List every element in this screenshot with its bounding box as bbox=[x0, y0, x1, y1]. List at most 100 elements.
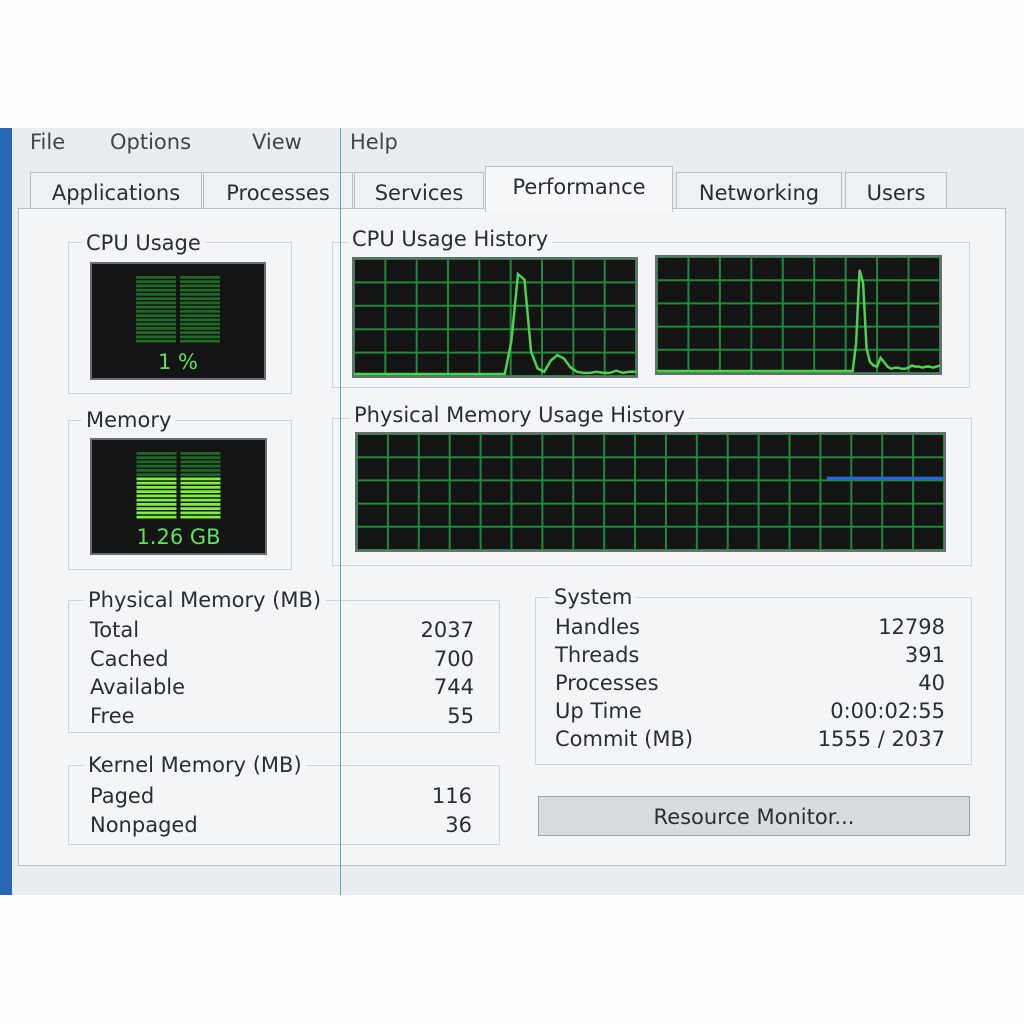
cpu-meter-segment bbox=[136, 318, 176, 322]
memory-meter-segment bbox=[136, 503, 177, 506]
cpu-usage-meter: 1 % bbox=[90, 262, 266, 380]
cpu-meter-segment bbox=[180, 288, 220, 292]
cpu-history-graph-core-2 bbox=[655, 255, 942, 375]
screen-artifact-line bbox=[340, 128, 341, 895]
memory-history-graph bbox=[355, 432, 946, 552]
cpu-meter-segment bbox=[136, 293, 176, 296]
system-value: 1555 / 2037 bbox=[817, 727, 945, 751]
memory-meter-segment bbox=[180, 481, 221, 485]
system-value: 40 bbox=[918, 671, 945, 695]
cpu-meter-segment bbox=[136, 310, 176, 313]
memory-meter-segment bbox=[180, 477, 221, 481]
system-value: 12798 bbox=[878, 615, 945, 639]
cpu-meter-segment bbox=[180, 314, 220, 317]
memory-meter-segment bbox=[180, 490, 221, 493]
memory-meter-segment bbox=[136, 515, 177, 519]
memory-meter-segment bbox=[136, 456, 177, 459]
physical_memory-value: 55 bbox=[447, 703, 474, 728]
cpu-meter-segment bbox=[136, 335, 176, 339]
memory-meter-segment bbox=[180, 473, 221, 476]
cpu-meter-segment bbox=[136, 339, 176, 343]
physical_memory-label: Cached bbox=[90, 646, 169, 671]
cpu-meter-segment bbox=[136, 327, 176, 330]
cpu-meter-segment bbox=[180, 301, 220, 305]
physical-memory-title: Physical Memory (MB) bbox=[84, 588, 326, 612]
cpu-meter-segment bbox=[180, 305, 220, 309]
cpu-meter-segment bbox=[180, 327, 220, 330]
physical_memory-label: Free bbox=[90, 703, 135, 728]
menu-options[interactable]: Options bbox=[110, 130, 191, 154]
cpu-meter-segment bbox=[180, 318, 220, 322]
tab-users[interactable]: Users bbox=[845, 172, 947, 210]
tab-networking[interactable]: Networking bbox=[676, 172, 842, 210]
physical_memory-value: 700 bbox=[433, 646, 474, 671]
cpu-history-title: CPU Usage History bbox=[348, 227, 553, 251]
memory-meter-segment bbox=[136, 460, 177, 464]
menu-help[interactable]: Help bbox=[350, 130, 398, 154]
system-label: Processes bbox=[555, 671, 659, 695]
physical_memory-value: 744 bbox=[433, 675, 474, 699]
physical_memory-label: Total bbox=[90, 618, 140, 642]
cpu-meter-segment bbox=[180, 280, 220, 283]
cpu-meter-segment bbox=[136, 280, 176, 283]
memory-meter-segment bbox=[180, 469, 221, 472]
tab-applications[interactable]: Applications bbox=[30, 172, 202, 210]
cpu-meter-segment bbox=[136, 297, 176, 300]
memory-history-chart bbox=[357, 434, 944, 550]
memory-meter: 1.26 GB bbox=[90, 438, 267, 555]
cpu-meter-segment bbox=[180, 331, 220, 334]
physical_memory-label: Available bbox=[90, 675, 186, 699]
cpu-meter-segment bbox=[180, 339, 220, 343]
memory-history-title: Physical Memory Usage History bbox=[350, 403, 689, 427]
system-title: System bbox=[550, 585, 637, 609]
cpu-meter-segment bbox=[180, 276, 220, 279]
cpu-meter-segment bbox=[136, 301, 176, 305]
cpu-core-1-line bbox=[354, 271, 636, 376]
system-label: Up Time bbox=[555, 699, 642, 723]
memory-title: Memory bbox=[82, 408, 176, 432]
memory-meter-segment bbox=[136, 481, 177, 485]
cpu-history-graph-core-1 bbox=[352, 257, 638, 378]
cpu-meter-segment bbox=[136, 284, 176, 288]
memory-meter-segment bbox=[180, 456, 221, 459]
resource-monitor-button[interactable]: Resource Monitor... bbox=[538, 796, 970, 836]
cpu-meter-segment bbox=[136, 305, 176, 309]
tab-processes[interactable]: Processes bbox=[203, 172, 353, 210]
memory-meter-segment bbox=[136, 469, 177, 472]
system-value: 0:00:02:55 bbox=[830, 699, 945, 723]
kernel_memory-label: Nonpaged bbox=[90, 813, 198, 837]
system-label: Threads bbox=[555, 643, 640, 667]
cpu-meter-segment bbox=[180, 284, 220, 288]
cpu-meter-segment bbox=[180, 310, 220, 313]
cpu-usage-value: 1 % bbox=[158, 350, 198, 374]
memory-meter-segment bbox=[180, 515, 221, 519]
kernel_memory-value: 116 bbox=[431, 784, 472, 808]
cpu-core-1-chart bbox=[354, 259, 636, 376]
memory-meter-segment bbox=[180, 498, 221, 502]
memory-meter-segment bbox=[136, 498, 177, 502]
memory-meter-segment bbox=[180, 460, 221, 464]
cpu-meter-segment bbox=[180, 297, 220, 300]
menu-file[interactable]: File bbox=[30, 130, 65, 154]
memory-meter-segment bbox=[180, 503, 221, 506]
system-label: Commit (MB) bbox=[555, 727, 694, 751]
memory-meter-segment bbox=[136, 494, 177, 498]
memory-meter-segment bbox=[136, 464, 177, 468]
system-value: 391 bbox=[904, 643, 945, 667]
cpu-meter-segment bbox=[180, 293, 220, 296]
memory-meter-segment bbox=[136, 490, 177, 493]
memory-value: 1.26 GB bbox=[136, 525, 221, 549]
cpu-meter-segment bbox=[136, 276, 176, 279]
cpu-meter-segment bbox=[136, 331, 176, 334]
cpu-meter-segment bbox=[136, 288, 176, 292]
tab-services[interactable]: Services bbox=[354, 172, 484, 210]
memory-meter-segment bbox=[180, 507, 221, 510]
menu-view[interactable]: View bbox=[252, 130, 302, 154]
memory-meter-segment bbox=[180, 452, 221, 455]
tab-performance[interactable]: Performance bbox=[485, 166, 673, 212]
cpu-meter-segment bbox=[136, 322, 176, 326]
memory-meter-segment bbox=[180, 464, 221, 468]
cpu-meter-segment bbox=[180, 335, 220, 339]
memory-meter-segment bbox=[136, 486, 177, 489]
memory-meter-segment bbox=[180, 511, 221, 515]
